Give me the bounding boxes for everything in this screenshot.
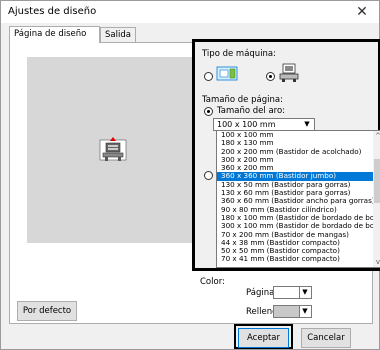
fill-color-swatch[interactable] bbox=[273, 305, 300, 318]
radio-sewing-machine[interactable] bbox=[266, 72, 275, 81]
fill-color-dropdown[interactable]: ▼ bbox=[299, 305, 312, 318]
title-bar: Ajustes de diseño ✕ bbox=[1, 1, 379, 23]
tab-output[interactable]: Salida bbox=[100, 27, 136, 42]
scroll-thumb[interactable] bbox=[374, 159, 380, 203]
sewing-machine-preview-icon bbox=[99, 137, 127, 161]
default-button[interactable]: Por defecto bbox=[17, 301, 77, 321]
cancel-button[interactable]: Cancelar bbox=[301, 328, 351, 348]
hoop-size-dropdown-list[interactable]: 100 x 100 mm 180 x 130 mm 200 x 200 mm (Ba… bbox=[216, 130, 380, 268]
design-settings-dialog: Ajustes de diseño ✕ Página de diseño Sal… bbox=[0, 0, 380, 350]
radio-embroidery-machine[interactable] bbox=[204, 72, 213, 81]
hoop-size-label: Tamaño del aro: bbox=[217, 106, 286, 116]
page-preview bbox=[27, 57, 199, 243]
dialog-title: Ajustes de diseño bbox=[8, 6, 97, 17]
embroidery-machine-icon bbox=[216, 66, 238, 81]
chevron-down-icon: ▼ bbox=[304, 120, 310, 128]
close-icon[interactable]: ✕ bbox=[349, 3, 375, 21]
scroll-down-icon[interactable]: v bbox=[373, 257, 380, 267]
hoop-size-value: 100 x 100 mm bbox=[217, 120, 276, 129]
radio-hoop-size[interactable] bbox=[204, 107, 213, 116]
scroll-up-icon[interactable]: ^ bbox=[373, 131, 380, 141]
accept-button[interactable]: Aceptar bbox=[238, 328, 289, 348]
machine-type-label: Tipo de máquina: bbox=[202, 49, 277, 59]
hoop-size-option[interactable]: 70 x 41 mm (Bastidor compacto) bbox=[217, 255, 380, 264]
tab-design-page[interactable]: Página de diseño bbox=[9, 26, 100, 43]
chevron-down-icon: ▼ bbox=[302, 288, 308, 296]
sewing-machine-icon bbox=[279, 63, 299, 82]
page-color-dropdown[interactable]: ▼ bbox=[299, 286, 312, 299]
chevron-down-icon: ▼ bbox=[302, 307, 308, 315]
color-label: Color: bbox=[200, 277, 225, 287]
page-size-label: Tamaño de página: bbox=[202, 95, 283, 105]
page-color-swatch[interactable] bbox=[273, 286, 300, 299]
list-scrollbar[interactable]: ^ v bbox=[373, 131, 380, 267]
radio-custom-size[interactable] bbox=[204, 171, 213, 180]
